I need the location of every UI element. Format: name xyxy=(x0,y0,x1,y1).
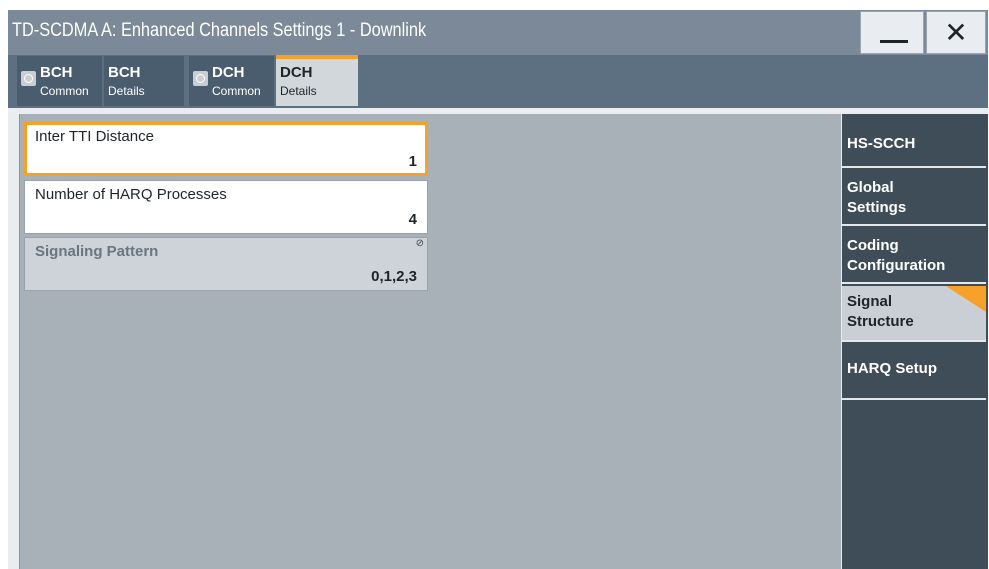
nav-label: Global Settings xyxy=(847,178,906,218)
circle-icon xyxy=(24,74,33,83)
minimize-icon xyxy=(880,40,908,43)
read-only-icon: ⊘ xyxy=(415,238,424,249)
nav-label-line1: Signal xyxy=(847,293,893,310)
signaling-pattern-field: Signaling Pattern ⊘ 0,1,2,3 xyxy=(24,237,428,291)
active-tab-indicator xyxy=(276,55,358,59)
nav-harq-setup[interactable]: HARQ Setup xyxy=(842,344,986,400)
field-label: Inter TTI Distance xyxy=(35,128,154,145)
settings-pane: Inter TTI Distance 1 Number of HARQ Proc… xyxy=(19,114,841,569)
title-bar[interactable]: TD-SCDMA A: Enhanced Channels Settings 1… xyxy=(8,10,988,55)
tab-label-line2: Common xyxy=(40,84,89,98)
tab-label-line2: Details xyxy=(108,84,145,98)
nav-label-line2: Structure xyxy=(847,313,914,330)
tab-label-line1: BCH xyxy=(40,64,73,81)
tab-label-line1: BCH xyxy=(108,64,141,81)
tab-dch-details[interactable]: DCH Details xyxy=(276,55,358,106)
harq-processes-field[interactable]: Number of HARQ Processes 4 xyxy=(24,180,428,234)
field-value: 1 xyxy=(408,153,417,170)
tab-dch-common[interactable]: DCH Common xyxy=(189,56,274,106)
tab-bch-details[interactable]: BCH Details xyxy=(104,56,184,106)
nav-label: HS-SCCH xyxy=(847,135,916,152)
close-button[interactable]: ✕ xyxy=(926,11,986,54)
minimize-button[interactable] xyxy=(860,11,924,54)
right-navigation: HS-SCCH Global Settings Coding Configurati… xyxy=(842,114,988,569)
nav-label: Signal Structure xyxy=(847,292,914,332)
tab-bar: BCH Common BCH Details DCH Common DCH De… xyxy=(8,55,988,108)
content-area: Inter TTI Distance 1 Number of HARQ Proc… xyxy=(8,108,988,569)
dch-common-state-checkbox[interactable] xyxy=(193,71,208,86)
circle-icon xyxy=(196,74,205,83)
inter-tti-distance-field[interactable]: Inter TTI Distance 1 xyxy=(24,122,428,176)
field-label: Signaling Pattern xyxy=(35,243,159,260)
field-value: 0,1,2,3 xyxy=(371,268,417,285)
nav-label-line2: Configuration xyxy=(847,257,946,274)
nav-label-line1: Global xyxy=(847,179,894,196)
nav-hs-scch[interactable]: HS-SCCH xyxy=(842,114,986,168)
nav-label: Coding Configuration xyxy=(847,236,945,276)
nav-label-line2: Settings xyxy=(847,199,907,216)
nav-coding-configuration[interactable]: Coding Configuration xyxy=(842,228,986,284)
nav-empty-area xyxy=(842,402,986,569)
tab-label-line2: Common xyxy=(212,84,261,98)
close-icon: ✕ xyxy=(944,16,968,49)
window-title: TD-SCDMA A: Enhanced Channels Settings 1… xyxy=(12,20,427,41)
nav-signal-structure[interactable]: Signal Structure xyxy=(842,286,986,342)
nav-label: HARQ Setup xyxy=(847,360,937,377)
nav-label-line1: Coding xyxy=(847,237,899,254)
field-value: 4 xyxy=(408,211,417,228)
field-label: Number of HARQ Processes xyxy=(35,186,227,203)
active-corner-marker xyxy=(946,286,986,312)
nav-global-settings[interactable]: Global Settings xyxy=(842,170,986,226)
tab-label-line1: DCH xyxy=(280,64,313,81)
dialog-window: TD-SCDMA A: Enhanced Channels Settings 1… xyxy=(0,0,989,569)
bch-common-state-checkbox[interactable] xyxy=(21,71,36,86)
tab-label-line2: Details xyxy=(280,84,317,98)
tab-bch-common[interactable]: BCH Common xyxy=(17,56,102,106)
tab-label-line1: DCH xyxy=(212,64,245,81)
